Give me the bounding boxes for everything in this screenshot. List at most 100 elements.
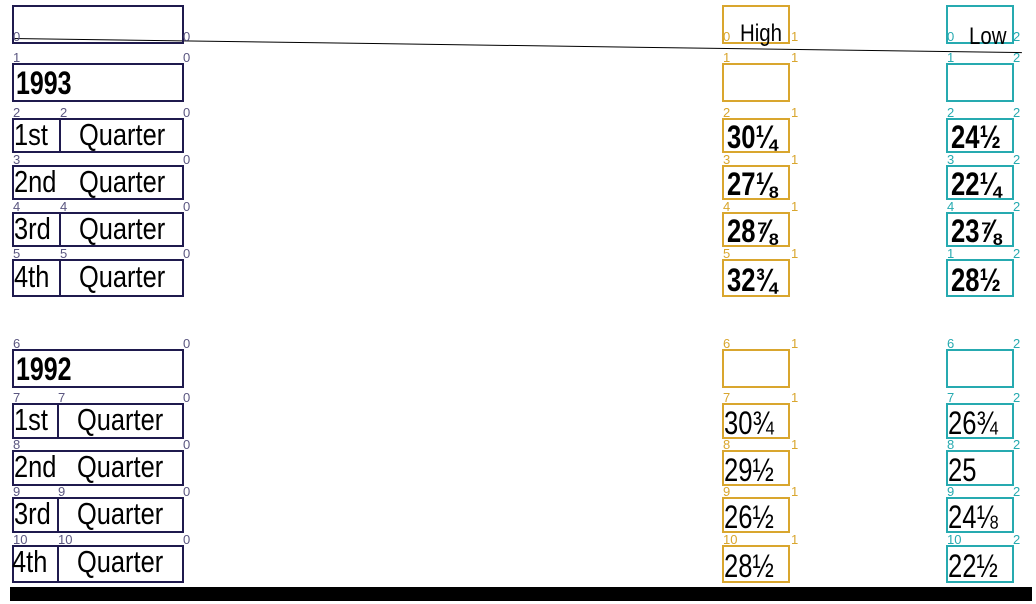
quarter-ordinal: 4th — [14, 259, 50, 294]
col-index: 2 — [1013, 50, 1021, 65]
quarter-ordinal: 1st — [14, 402, 48, 437]
row-index: 8 — [13, 437, 21, 452]
row-index: 7 — [947, 390, 955, 405]
row-index: 6 — [13, 336, 21, 351]
col-index: 0 — [183, 390, 191, 405]
low-value: 22½ — [948, 548, 998, 584]
high-value: 28½ — [724, 548, 774, 584]
col-index: 2 — [1013, 390, 1021, 405]
col-index: 1 — [791, 246, 799, 261]
quarter-ordinal: 3rd — [14, 211, 51, 246]
high-header: High — [740, 20, 782, 47]
quarter-ordinal: 3rd — [14, 496, 51, 531]
row-index: 9 — [947, 484, 955, 499]
quarter-word: Quarter — [77, 496, 164, 531]
cell-r6-c2 — [946, 349, 1014, 388]
row-index: 2 — [723, 105, 731, 120]
row-index: 10 — [723, 532, 738, 547]
row-index: 1 — [723, 50, 731, 65]
col-index: 1 — [791, 29, 799, 44]
quarter-word: Quarter — [79, 164, 166, 199]
col-index: 1 — [791, 199, 799, 214]
row-index: 3 — [723, 152, 731, 167]
col-index: 0 — [183, 29, 191, 44]
low-value: 24⅛ — [948, 499, 998, 535]
cell-r6-c1 — [722, 349, 790, 388]
quarter-word: Quarter — [79, 211, 166, 246]
low-value: 25 — [948, 452, 977, 488]
col-index: 2 — [1013, 105, 1021, 120]
row-index: 0 — [13, 29, 21, 44]
high-value: 27⅛ — [727, 166, 777, 202]
high-value: 30¾ — [724, 405, 774, 441]
high-value: 26½ — [724, 499, 774, 535]
quarter-word: Quarter — [77, 544, 164, 579]
col-index: 0 — [183, 484, 191, 499]
col-index: 0 — [183, 532, 191, 547]
row-index: 9 — [723, 484, 731, 499]
col-index: 1 — [791, 336, 799, 351]
row-index: 7 — [723, 390, 731, 405]
col-index: 0 — [183, 437, 191, 452]
row-index: 5 — [60, 246, 68, 261]
row-index: 9 — [58, 484, 66, 499]
quarter-word: Quarter — [77, 402, 164, 437]
high-value: 32¾ — [727, 262, 777, 298]
col-index: 1 — [791, 484, 799, 499]
col-index: 1 — [791, 437, 799, 452]
low-value: 24½ — [951, 119, 1001, 155]
row-index: 1 — [947, 50, 955, 65]
row-index: 2 — [60, 105, 68, 120]
row-index: 8 — [723, 437, 731, 452]
year-label-1992: 1992 — [16, 351, 72, 387]
row-index: 10 — [58, 532, 73, 547]
col-index: 2 — [1013, 336, 1021, 351]
row-index: 4 — [13, 199, 21, 214]
year-label-1993: 1993 — [16, 65, 72, 101]
high-value: 30¼ — [727, 119, 777, 155]
row-index: 2 — [13, 105, 21, 120]
col-index: 2 — [1013, 484, 1021, 499]
col-index: 2 — [1013, 29, 1021, 44]
col-index: 0 — [183, 105, 191, 120]
col-index: 0 — [183, 152, 191, 167]
col-index: 0 — [183, 199, 191, 214]
row-index: 1 — [13, 50, 21, 65]
row-index: 10 — [947, 532, 962, 547]
col-index: 2 — [1013, 437, 1021, 452]
row-index: 6 — [723, 336, 731, 351]
low-value: 26¾ — [948, 405, 998, 441]
row-index: 1 — [947, 246, 955, 261]
bottom-rule — [10, 587, 1032, 601]
col-index: 1 — [791, 152, 799, 167]
cell-r1-c2 — [946, 63, 1014, 102]
row-index: 0 — [723, 29, 731, 44]
quarter-word: Quarter — [79, 259, 166, 294]
col-index: 1 — [791, 390, 799, 405]
low-value: 28½ — [951, 262, 1001, 298]
quarter-ordinal: 1st — [14, 117, 48, 152]
row-index: 9 — [13, 484, 21, 499]
col-index: 2 — [1013, 152, 1021, 167]
col-index: 2 — [1013, 532, 1021, 547]
quarter-ordinal: 4th — [12, 544, 48, 579]
row-index: 4 — [60, 199, 68, 214]
cell-r1-c1 — [722, 63, 790, 102]
row-index: 0 — [947, 29, 955, 44]
row-index: 5 — [723, 246, 731, 261]
row-index: 4 — [947, 199, 955, 214]
row-index: 4 — [723, 199, 731, 214]
high-value: 29½ — [724, 452, 774, 488]
row-index: 7 — [13, 390, 21, 405]
col-index: 0 — [183, 50, 191, 65]
row-index: 6 — [947, 336, 955, 351]
row-index: 7 — [58, 390, 66, 405]
high-value: 28⅞ — [727, 213, 777, 249]
col-index: 0 — [183, 246, 191, 261]
row-index: 3 — [13, 152, 21, 167]
row-index: 2 — [947, 105, 955, 120]
row-index: 5 — [13, 246, 21, 261]
col-index: 0 — [183, 336, 191, 351]
col-index: 2 — [1013, 199, 1021, 214]
row-index: 3 — [947, 152, 955, 167]
